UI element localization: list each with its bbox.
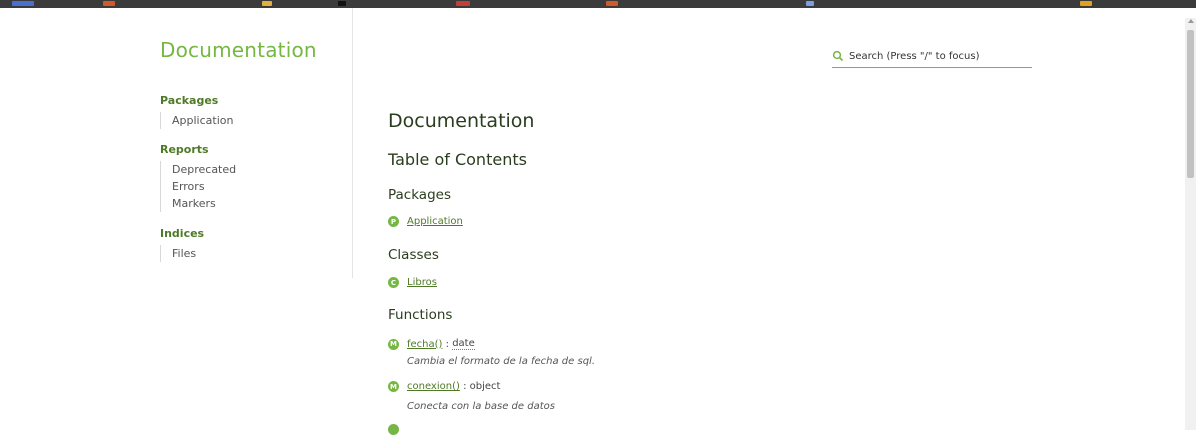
sidebar-item-errors[interactable]: Errors — [172, 178, 236, 195]
tab-icon[interactable] — [1080, 1, 1092, 6]
sidebar-item-application[interactable]: Application — [172, 112, 233, 129]
function-entry: M conexion() : object — [388, 381, 500, 392]
class-entry: C Libros — [388, 277, 437, 288]
tab-icon[interactable] — [606, 1, 618, 6]
functions-heading: Functions — [388, 307, 453, 323]
return-separator: : — [442, 338, 453, 350]
sidebar-item-files[interactable]: Files — [172, 245, 196, 262]
tab-icon[interactable] — [456, 1, 470, 6]
sidebar-item-deprecated[interactable]: Deprecated — [172, 161, 236, 178]
sidebar-heading-packages: Packages — [160, 94, 219, 107]
scrollbar-thumb[interactable] — [1187, 30, 1194, 178]
return-separator: : — [459, 381, 470, 392]
method-badge-icon: M — [388, 338, 399, 350]
sidebar-heading-indices: Indices — [160, 227, 205, 240]
method-badge-icon: M — [388, 381, 399, 392]
function-entry: M fecha() : date — [388, 338, 475, 350]
function-link-conexion[interactable]: conexion() — [407, 381, 460, 392]
tab-icon[interactable] — [262, 1, 272, 6]
sidebar-list-packages: Application — [160, 112, 233, 129]
function-link-fecha[interactable]: fecha() — [407, 339, 442, 350]
search-bar — [832, 45, 1032, 68]
class-badge-icon: C — [388, 277, 399, 288]
browser-tab-strip — [0, 0, 1196, 8]
page-title: Documentation — [388, 110, 535, 132]
tab-icon[interactable] — [338, 1, 346, 6]
sidebar-list-indices: Files — [160, 245, 196, 262]
search-input[interactable] — [848, 50, 1029, 62]
sidebar-divider — [352, 8, 353, 278]
function-description: Cambia el formato de la fecha de sql. — [407, 356, 596, 367]
sidebar-brand-title[interactable]: Documentation — [160, 38, 317, 62]
classes-heading: Classes — [388, 247, 439, 263]
tab-icon[interactable] — [103, 1, 115, 6]
search-icon — [832, 48, 848, 64]
return-type-date[interactable]: date — [452, 338, 475, 350]
scroll-up-arrow-icon[interactable] — [1188, 19, 1194, 23]
package-badge-icon: P — [388, 216, 399, 227]
package-link-application[interactable]: Application — [407, 216, 463, 227]
class-link-libros[interactable]: Libros — [407, 277, 437, 288]
function-description: Conecta con la base de datos — [407, 401, 555, 412]
package-entry: P Application — [388, 216, 463, 227]
sidebar-item-markers[interactable]: Markers — [172, 195, 236, 212]
return-type-object: object — [469, 381, 501, 392]
sidebar-list-reports: Deprecated Errors Markers — [160, 161, 236, 212]
toc-heading: Table of Contents — [388, 150, 527, 169]
sidebar-heading-reports: Reports — [160, 143, 209, 156]
packages-heading: Packages — [388, 187, 451, 203]
tab-icon[interactable] — [12, 1, 34, 6]
tab-icon[interactable] — [806, 1, 814, 6]
